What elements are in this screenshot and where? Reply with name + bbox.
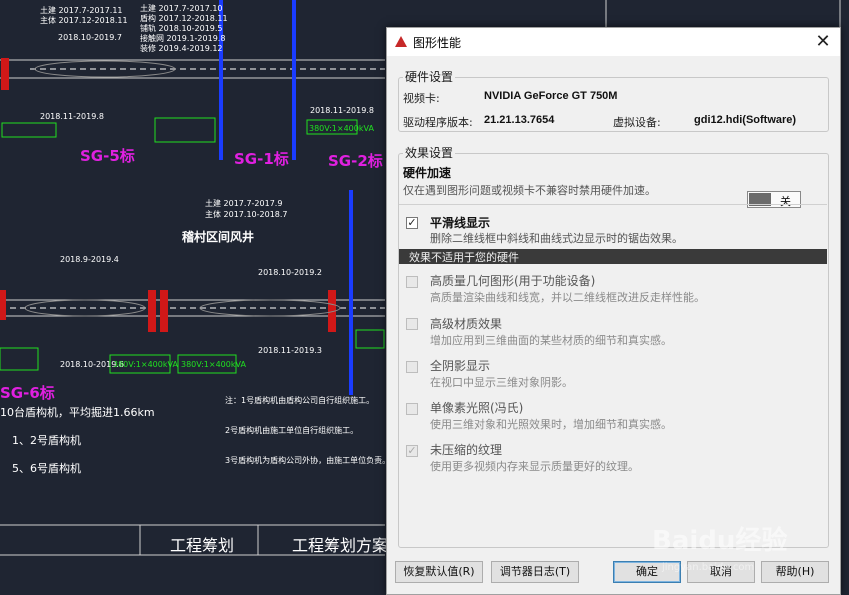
advanced-material-title: 高级材质效果 [430, 317, 503, 331]
cad-date: 2018.11-2019.8 [40, 112, 104, 121]
cad-mid-schedule: 主体 2017.10-2018.7 [205, 210, 288, 219]
power-box-label: 380V:1×400kVA [181, 360, 246, 369]
cad-list-item: 5、6号盾构机 [12, 462, 81, 475]
help-button[interactable]: 帮助(H) [761, 561, 829, 583]
hardware-acceleration-title: 硬件加速 [403, 166, 452, 180]
driver-version-value: 21.21.13.7654 [484, 114, 555, 126]
baidu-watermark: Baidu经验 [652, 526, 788, 556]
advanced-material-checkbox[interactable] [406, 318, 418, 330]
cad-date: 2018.11-2019.8 [310, 106, 374, 115]
graphics-performance-dialog: 图形性能 ✕ 硬件设置 视频卡: NVIDIA GeForce GT 750M … [386, 27, 841, 595]
virtual-device-label: 虚拟设备: [613, 116, 661, 129]
hardware-settings-title: 硬件设置 [403, 68, 456, 85]
cad-date: 2018.11-2019.3 [258, 346, 322, 355]
title-block-cell: 工程筹划方案 [292, 536, 389, 555]
per-pixel-lighting-checkbox[interactable] [406, 403, 418, 415]
section-label: SG-6标 [0, 384, 55, 402]
baidu-watermark-url: jingyan.baidu.com [662, 562, 755, 573]
section-label: SG-2标 [328, 152, 383, 170]
per-pixel-lighting-desc: 使用三维对象和光照效果时，增加细节和真实感。 [430, 418, 672, 431]
autocad-icon [395, 36, 407, 47]
not-applicable-header: 效果不适用于您的硬件 [399, 249, 827, 264]
driver-version-label: 驱动程序版本: [403, 116, 473, 129]
video-card-value: NVIDIA GeForce GT 750M [484, 90, 618, 102]
uncompressed-texture-title: 未压缩的纹理 [430, 443, 503, 457]
uncompressed-texture-desc: 使用更多视频内存来显示质量更好的纹理。 [430, 460, 639, 473]
smooth-line-checkbox[interactable]: ✓ [406, 217, 418, 229]
video-card-label: 视频卡: [403, 92, 440, 105]
section-label: SG-5标 [80, 147, 135, 165]
not-applicable-header-label: 效果不适用于您的硬件 [409, 251, 519, 264]
virtual-device-value: gdi12.hdi(Software) [694, 114, 797, 126]
station-name: 稽村区间风井 [182, 230, 255, 244]
cad-note-left: 10台盾构机，平均掘进1.66km [0, 406, 155, 419]
cad-schedule-left-2: 主体 2017.12-2018.11 [40, 16, 128, 25]
effects-settings-title: 效果设置 [403, 144, 456, 161]
uncompressed-texture-checkbox[interactable]: ✓ [406, 445, 418, 457]
dialog-titlebar[interactable]: 图形性能 ✕ [387, 28, 840, 56]
cad-date: 2018.10-2019.7 [58, 33, 122, 42]
full-shadow-checkbox[interactable] [406, 361, 418, 373]
effects-settings-group [398, 153, 829, 548]
cad-note: 注：1号盾构机由盾构公司自行组织施工。 [225, 396, 375, 405]
cad-date: 2018.9-2019.4 [60, 255, 119, 264]
divider [399, 204, 827, 205]
cad-list-item: 1、2号盾构机 [12, 434, 81, 447]
smooth-line-title: 平滑线显示 [430, 216, 491, 230]
cad-schedule-row: 装修 2019.4-2019.12 [140, 44, 223, 53]
cad-mid-schedule: 土建 2017.7-2017.9 [205, 199, 283, 208]
power-box-label: 380V:1×400kVA [113, 360, 178, 369]
power-box-label: 380V:1×400kVA [309, 124, 374, 133]
high-quality-geometry-checkbox[interactable] [406, 276, 418, 288]
full-shadow-title: 全阴影显示 [430, 359, 491, 373]
toggle-off-label: 关 [780, 195, 791, 208]
per-pixel-lighting-title: 单像素光照(冯氏) [430, 401, 524, 415]
hardware-acceleration-desc: 仅在遇到图形问题或视频卡不兼容时禁用硬件加速。 [403, 184, 656, 197]
high-quality-geometry-title: 高质量几何图形(用于功能设备) [430, 274, 596, 288]
restore-defaults-button[interactable]: 恢复默认值(R) [395, 561, 483, 583]
dialog-title: 图形性能 [413, 36, 462, 50]
smooth-line-desc: 删除二维线框中斜线和曲线式边显示时的锯齿效果。 [430, 232, 683, 245]
title-block-cell: 工程筹划 [170, 536, 235, 555]
high-quality-geometry-desc: 高质量渲染曲线和线宽，并以二维线框改进反走样性能。 [430, 291, 705, 304]
advanced-material-desc: 增加应用到三维曲面的某些材质的细节和真实感。 [430, 334, 672, 347]
hardware-acceleration-toggle[interactable]: 关 [747, 191, 801, 208]
cad-note: 2号盾构机由施工单位自行组织施工。 [225, 426, 359, 435]
cad-date: 2018.10-2019.2 [258, 268, 322, 277]
section-label: SG-1标 [234, 150, 289, 168]
full-shadow-desc: 在视口中显示三维对象阴影。 [430, 376, 573, 389]
close-button[interactable]: ✕ [810, 30, 836, 54]
cad-note: 3号盾构机为盾构公司外协，由施工单位负责。 [225, 456, 391, 465]
tuner-log-button[interactable]: 调节器日志(T) [491, 561, 579, 583]
